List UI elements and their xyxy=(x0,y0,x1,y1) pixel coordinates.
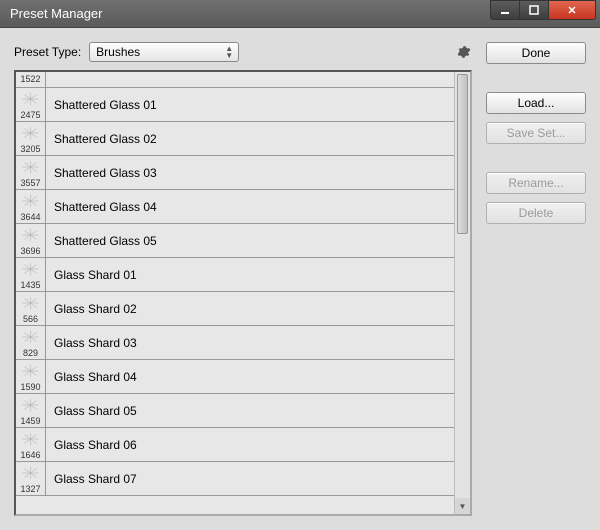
brush-name: Shattered Glass 02 xyxy=(46,132,157,146)
list-item[interactable]: 3557 Shattered Glass 03 xyxy=(16,156,454,190)
titlebar[interactable]: Preset Manager xyxy=(0,0,600,28)
brush-swatch: 1522 xyxy=(16,72,46,87)
right-panel: Done Load... Save Set... Rename... Delet… xyxy=(486,42,586,516)
brush-preview-icon xyxy=(20,362,41,380)
brush-preview-icon xyxy=(20,430,41,448)
preset-manager-window: Preset Manager Preset Type: Brushes ▲▼ xyxy=(0,0,600,530)
brush-list-container: 1522 2475 Shattered Glass 01 3205 Shattered… xyxy=(14,70,472,516)
list-item[interactable]: 3696 Shattered Glass 05 xyxy=(16,224,454,258)
load-button[interactable]: Load... xyxy=(486,92,586,114)
brush-preview-icon xyxy=(20,328,41,346)
dropdown-value: Brushes xyxy=(96,45,140,59)
brush-preview-icon xyxy=(20,90,41,108)
brush-size: 566 xyxy=(23,314,38,324)
brush-swatch: 3205 xyxy=(16,122,46,155)
brush-name: Glass Shard 07 xyxy=(46,472,137,486)
chevron-updown-icon: ▲▼ xyxy=(225,45,233,59)
brush-swatch: 566 xyxy=(16,292,46,325)
brush-size: 1435 xyxy=(20,280,40,290)
brush-size: 1590 xyxy=(20,382,40,392)
list-item[interactable]: 829 Glass Shard 03 xyxy=(16,326,454,360)
scroll-thumb[interactable] xyxy=(457,74,468,234)
client-area: Preset Type: Brushes ▲▼ 152 xyxy=(0,28,600,530)
maximize-button[interactable] xyxy=(519,0,549,20)
scrollbar[interactable]: ▼ xyxy=(454,72,470,514)
list-item[interactable]: 3644 Shattered Glass 04 xyxy=(16,190,454,224)
brush-name: Shattered Glass 01 xyxy=(46,98,157,112)
brush-size: 1327 xyxy=(20,484,40,494)
preset-type-dropdown[interactable]: Brushes ▲▼ xyxy=(89,42,239,62)
brush-swatch: 2475 xyxy=(16,88,46,121)
brush-size: 3696 xyxy=(20,246,40,256)
brush-swatch: 1435 xyxy=(16,258,46,291)
brush-swatch: 829 xyxy=(16,326,46,359)
list-item[interactable]: 3205 Shattered Glass 02 xyxy=(16,122,454,156)
list-item[interactable]: 1522 xyxy=(16,72,454,88)
brush-size: 3205 xyxy=(20,144,40,154)
brush-swatch: 3696 xyxy=(16,224,46,257)
brush-preview-icon xyxy=(20,158,41,176)
list-item[interactable]: 1459 Glass Shard 05 xyxy=(16,394,454,428)
delete-button[interactable]: Delete xyxy=(486,202,586,224)
list-item[interactable]: 1435 Glass Shard 01 xyxy=(16,258,454,292)
brush-name: Shattered Glass 04 xyxy=(46,200,157,214)
brush-swatch: 3644 xyxy=(16,190,46,223)
brush-swatch: 3557 xyxy=(16,156,46,189)
brush-size: 1646 xyxy=(20,450,40,460)
brush-preview-icon xyxy=(20,464,41,482)
brush-name: Glass Shard 01 xyxy=(46,268,137,282)
brush-name: Glass Shard 05 xyxy=(46,404,137,418)
brush-list[interactable]: 1522 2475 Shattered Glass 01 3205 Shattered… xyxy=(16,72,454,514)
minimize-button[interactable] xyxy=(490,0,520,20)
brush-size: 1522 xyxy=(20,74,40,84)
window-controls xyxy=(491,0,596,20)
brush-size: 2475 xyxy=(20,110,40,120)
brush-size: 3644 xyxy=(20,212,40,222)
brush-size: 3557 xyxy=(20,178,40,188)
window-title: Preset Manager xyxy=(10,6,491,21)
brush-name: Shattered Glass 03 xyxy=(46,166,157,180)
brush-name: Glass Shard 02 xyxy=(46,302,137,316)
brush-preview-icon xyxy=(20,260,41,278)
save-set-button[interactable]: Save Set... xyxy=(486,122,586,144)
brush-name: Glass Shard 06 xyxy=(46,438,137,452)
preset-type-row: Preset Type: Brushes ▲▼ xyxy=(14,42,472,62)
left-panel: Preset Type: Brushes ▲▼ 152 xyxy=(14,42,472,516)
brush-name: Glass Shard 03 xyxy=(46,336,137,350)
list-item[interactable]: 1590 Glass Shard 04 xyxy=(16,360,454,394)
brush-name: Shattered Glass 05 xyxy=(46,234,157,248)
close-button[interactable] xyxy=(548,0,596,20)
brush-swatch: 1327 xyxy=(16,462,46,495)
gear-icon xyxy=(457,45,471,59)
brush-preview-icon xyxy=(20,294,41,312)
brush-size: 1459 xyxy=(20,416,40,426)
list-item[interactable]: 2475 Shattered Glass 01 xyxy=(16,88,454,122)
brush-swatch: 1459 xyxy=(16,394,46,427)
brush-swatch: 1590 xyxy=(16,360,46,393)
scroll-down-button[interactable]: ▼ xyxy=(455,498,470,514)
list-item[interactable]: 1646 Glass Shard 06 xyxy=(16,428,454,462)
preset-type-label: Preset Type: xyxy=(14,45,81,59)
done-button[interactable]: Done xyxy=(486,42,586,64)
brush-name: Glass Shard 04 xyxy=(46,370,137,384)
rename-button[interactable]: Rename... xyxy=(486,172,586,194)
brush-preview-icon xyxy=(20,192,41,210)
gear-button[interactable] xyxy=(456,44,472,60)
brush-preview-icon xyxy=(20,124,41,142)
brush-size: 829 xyxy=(23,348,38,358)
list-item[interactable]: 1327 Glass Shard 07 xyxy=(16,462,454,496)
brush-preview-icon xyxy=(20,226,41,244)
brush-preview-icon xyxy=(20,396,41,414)
brush-swatch: 1646 xyxy=(16,428,46,461)
list-item[interactable]: 566 Glass Shard 02 xyxy=(16,292,454,326)
